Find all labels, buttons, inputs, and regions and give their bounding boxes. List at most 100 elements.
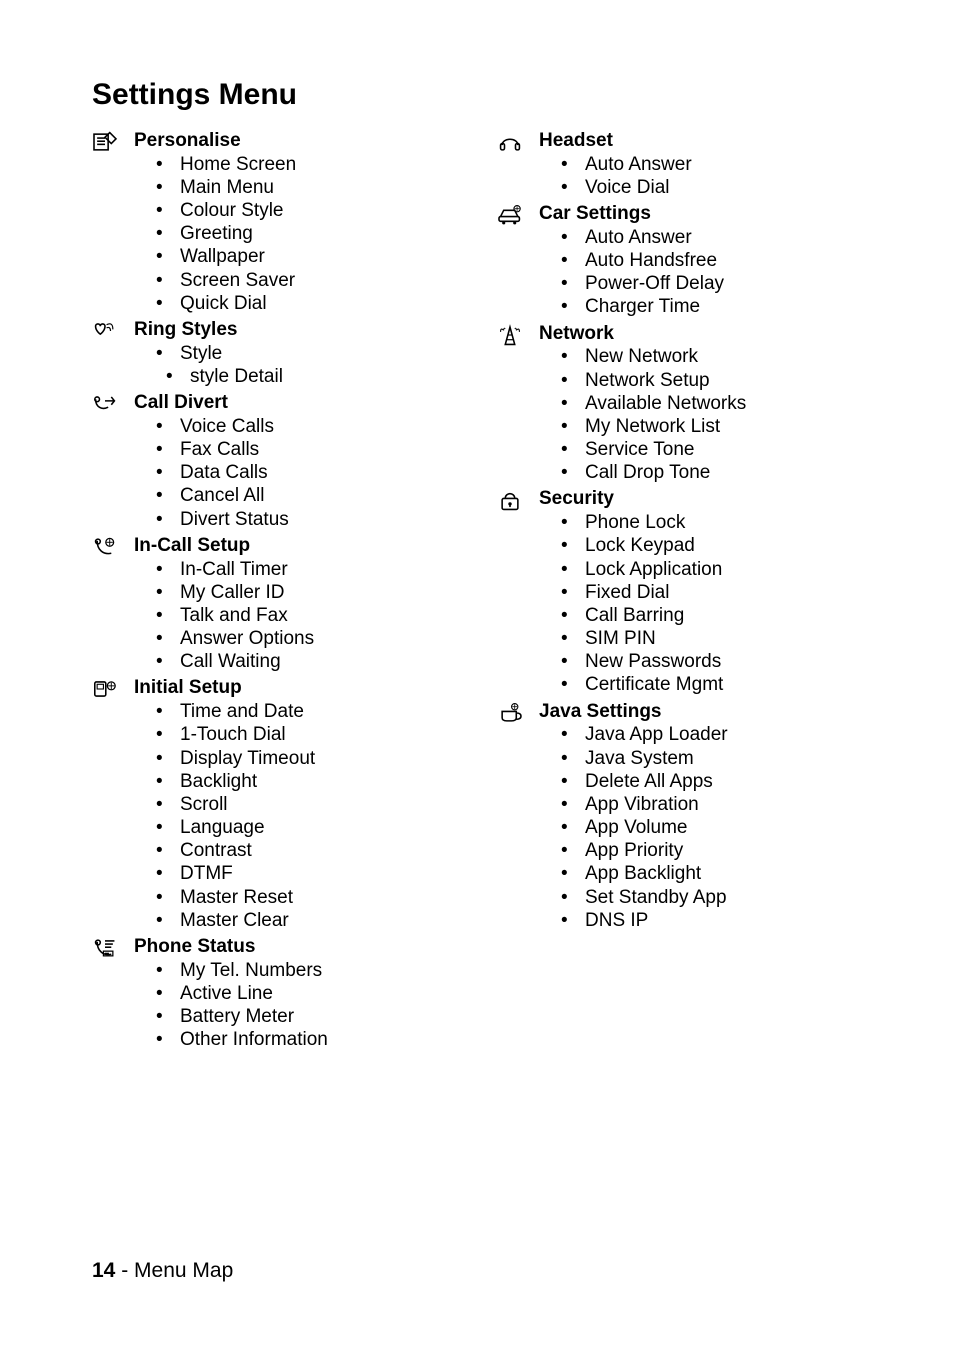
menu-section: In-Call SetupIn-Call TimerMy Caller IDTa… [92,535,457,678]
network-icon [497,323,539,351]
menu-item: DTMF [156,862,457,885]
section-title: Security [539,488,862,511]
section-item-list: New NetworkNetwork SetupAvailable Networ… [539,345,862,484]
phone-status-icon [92,936,134,964]
menu-section: Phone StatusMy Tel. NumbersActive LineBa… [92,936,457,1055]
section-item-list: In-Call TimerMy Caller IDTalk and FaxAns… [134,558,457,674]
section-item-list: Style style Detail [134,342,457,388]
menu-item: Lock Keypad [561,534,862,557]
section-title: Java Settings [539,701,862,724]
menu-item: Master Clear [156,909,457,932]
menu-item: Style [156,342,457,365]
car-icon [497,203,539,231]
menu-item: App Priority [561,839,862,862]
menu-item: Time and Date [156,700,457,723]
section-item-list: Time and Date1-Touch DialDisplay Timeout… [134,700,457,932]
menu-section: SecurityPhone LockLock KeypadLock Applic… [497,488,862,700]
menu-item: Call Barring [561,604,862,627]
menu-item: My Caller ID [156,581,457,604]
menu-item: New Network [561,345,862,368]
menu-section: Java SettingsJava App LoaderJava SystemD… [497,701,862,936]
menu-item: Phone Lock [561,511,862,534]
menu-item: Screen Saver [156,269,457,292]
menu-item: Service Tone [561,438,862,461]
menu-item: Backlight [156,770,457,793]
menu-section: Call DivertVoice CallsFax CallsData Call… [92,392,457,535]
menu-item: Available Networks [561,392,862,415]
menu-item: New Passwords [561,650,862,673]
section-item-list: Home ScreenMain MenuColour StyleGreeting… [134,153,457,315]
menu-item: App Vibration [561,793,862,816]
left-column: PersonaliseHome ScreenMain MenuColour St… [92,130,457,1055]
menu-item: My Network List [561,415,862,438]
menu-item: My Tel. Numbers [156,959,457,982]
divert-icon [92,392,134,420]
menu-item: style Detail [156,365,457,388]
section-item-list: Voice CallsFax CallsData CallsCancel All… [134,415,457,531]
menu-item: Set Standby App [561,886,862,909]
menu-item: Scroll [156,793,457,816]
menu-item: Quick Dial [156,292,457,315]
menu-item: Fax Calls [156,438,457,461]
menu-item: Active Line [156,982,457,1005]
section-item-list: Phone LockLock KeypadLock ApplicationFix… [539,511,862,696]
menu-item: Voice Calls [156,415,457,438]
menu-section: PersonaliseHome ScreenMain MenuColour St… [92,130,457,319]
footer-separator: - [115,1259,134,1282]
menu-item: Data Calls [156,461,457,484]
menu-item: Network Setup [561,369,862,392]
menu-list-icon [92,130,134,158]
section-title: Car Settings [539,203,862,226]
java-icon [497,701,539,729]
menu-item: In-Call Timer [156,558,457,581]
page-title: Settings Menu [92,78,862,112]
menu-item: Java App Loader [561,723,862,746]
menu-section: Car SettingsAuto AnswerAuto HandsfreePow… [497,203,862,322]
menu-section: HeadsetAuto AnswerVoice Dial [497,130,862,203]
menu-item: Greeting [156,222,457,245]
menu-item: Language [156,816,457,839]
menu-item: Lock Application [561,558,862,581]
menu-section: NetworkNew NetworkNetwork SetupAvailable… [497,323,862,489]
menu-item: DNS IP [561,909,862,932]
menu-item: Wallpaper [156,245,457,268]
menu-item: Battery Meter [156,1005,457,1028]
menu-item: Other Information [156,1028,457,1051]
section-title: Call Divert [134,392,457,415]
menu-item: Fixed Dial [561,581,862,604]
menu-section: Initial SetupTime and Date1-Touch DialDi… [92,677,457,936]
menu-item: Display Timeout [156,747,457,770]
section-item-list: My Tel. NumbersActive LineBattery MeterO… [134,959,457,1052]
menu-item: Charger Time [561,295,862,318]
section-item-list: Auto AnswerAuto HandsfreePower-Off Delay… [539,226,862,319]
initial-setup-icon [92,677,134,705]
menu-item: Certificate Mgmt [561,673,862,696]
section-title: Headset [539,130,862,153]
page-number: 14 [92,1259,115,1282]
section-item-list: Auto AnswerVoice Dial [539,153,862,199]
bell-heart-icon [92,319,134,347]
menu-item: Auto Answer [561,153,862,176]
menu-item: App Backlight [561,862,862,885]
menu-item: Main Menu [156,176,457,199]
menu-item: Voice Dial [561,176,862,199]
menu-item: Auto Handsfree [561,249,862,272]
menu-item: Call Drop Tone [561,461,862,484]
security-icon [497,488,539,516]
menu-item: Answer Options [156,627,457,650]
menu-item: Auto Answer [561,226,862,249]
menu-item: Delete All Apps [561,770,862,793]
section-item-list: Java App LoaderJava SystemDelete All App… [539,723,862,932]
menu-item: SIM PIN [561,627,862,650]
section-title: Initial Setup [134,677,457,700]
section-title: Ring Styles [134,319,457,342]
menu-item: App Volume [561,816,862,839]
menu-item: Cancel All [156,484,457,507]
menu-item: Java System [561,747,862,770]
section-title: Personalise [134,130,457,153]
menu-item: Master Reset [156,886,457,909]
menu-item: Talk and Fax [156,604,457,627]
menu-item: Colour Style [156,199,457,222]
menu-item: 1-Touch Dial [156,723,457,746]
menu-item: Contrast [156,839,457,862]
